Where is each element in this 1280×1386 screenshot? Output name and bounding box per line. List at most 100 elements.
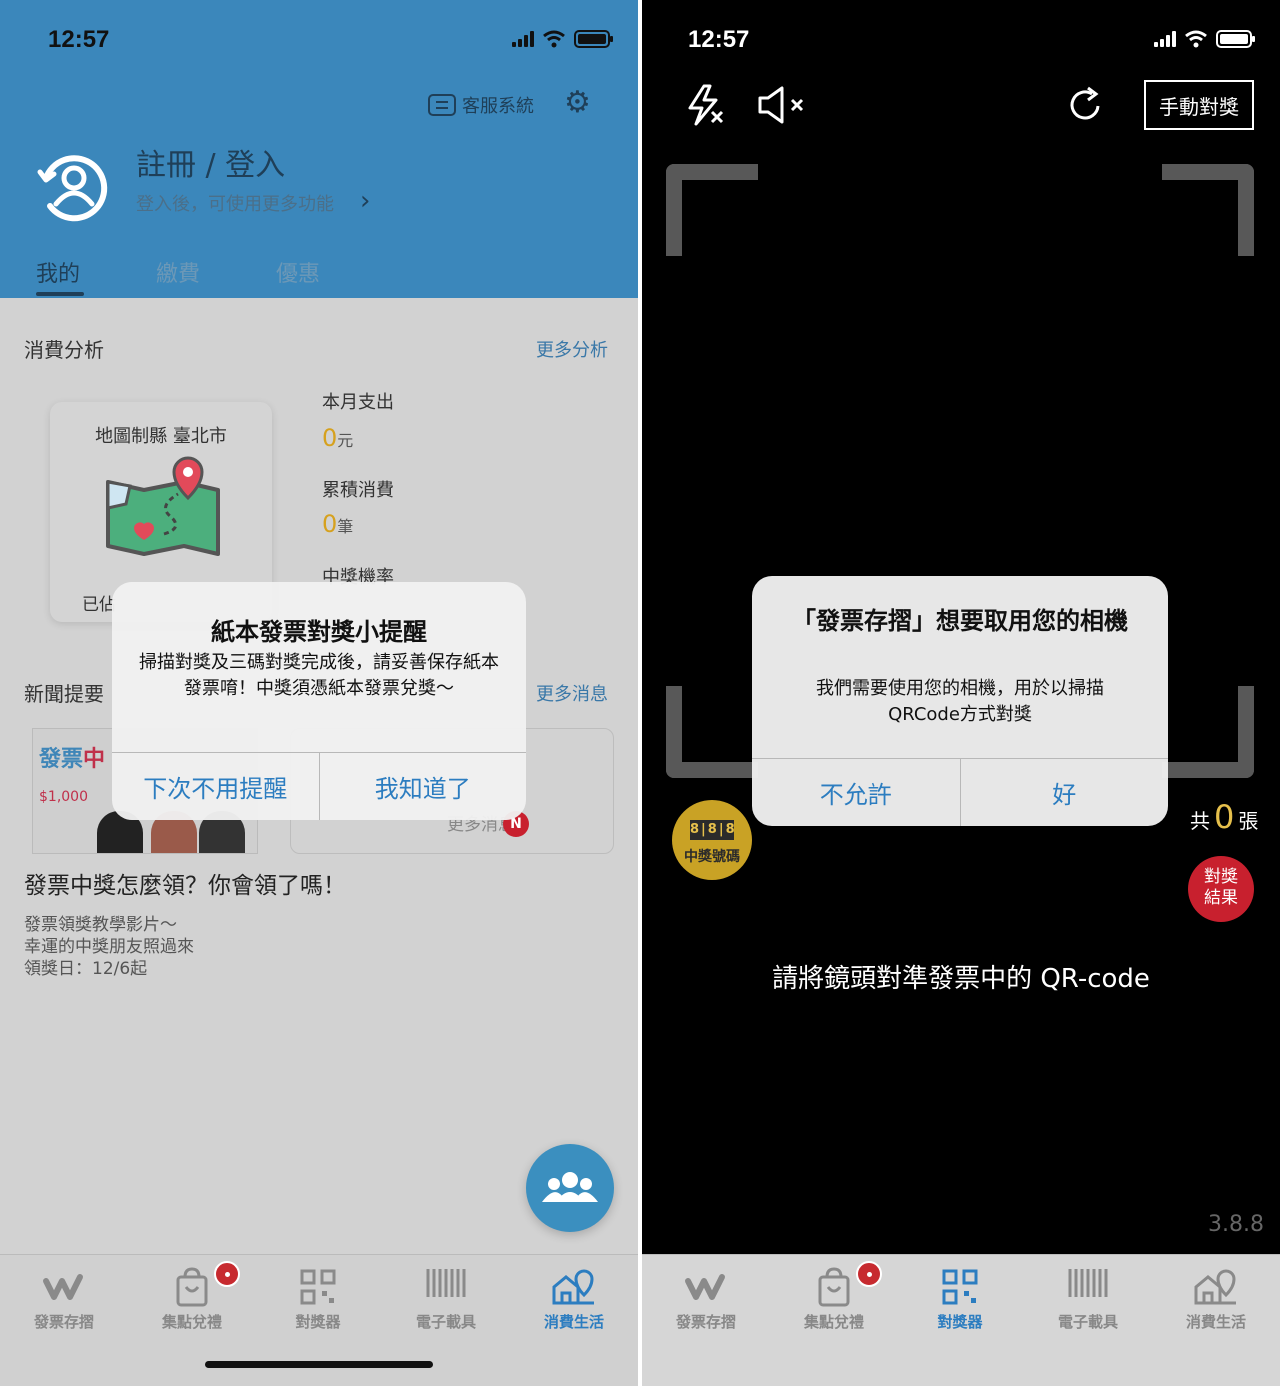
scan-hint: 請將鏡頭對準發票中的 QR-code — [772, 964, 1150, 994]
shop-location-icon — [552, 1269, 594, 1305]
check-result-button[interactable]: 對獎 結果 — [1188, 856, 1254, 922]
qr-code-icon — [300, 1269, 336, 1305]
qr-code-icon — [942, 1269, 978, 1305]
total-spend-label: 累積消費 — [322, 480, 394, 501]
tabbar-label: 集點兌禮 — [803, 1313, 864, 1331]
analysis-title: 消費分析 — [24, 338, 104, 362]
map-icon — [106, 456, 220, 556]
tab-payment[interactable]: 繳費 — [156, 256, 200, 288]
dialog-message: 掃描對獎及三碼對獎完成後，請妥善保存紙本發票唷！中獎須憑紙本發票兌獎～ — [139, 652, 499, 699]
register-title[interactable]: 註冊 / 登入 — [136, 140, 285, 184]
flash-off-icon[interactable] — [682, 82, 728, 128]
shop-location-icon — [1194, 1269, 1236, 1305]
customer-service-button[interactable]: 客服系統 — [428, 92, 534, 118]
winning-numbers-button[interactable]: 8|8|8 中獎號碼 — [672, 800, 752, 880]
scan-frame-corner — [666, 164, 758, 256]
shopping-bag-icon — [818, 1267, 850, 1307]
customer-service-icon — [428, 94, 456, 116]
tabbar-label: 消費生活 — [1185, 1313, 1246, 1331]
bottom-tab-bar: 發票存摺 集點兌禮 對獎器 電子載具 消費生活 — [642, 1254, 1280, 1386]
news-image-amount: $1,000 — [39, 789, 88, 805]
tabbar-item-life[interactable]: 消費生活 — [514, 1255, 634, 1355]
news-title: 新聞提要 — [24, 682, 104, 706]
mute-icon[interactable] — [754, 82, 806, 128]
tabbar-item-life[interactable]: 消費生活 — [1156, 1255, 1276, 1355]
deny-button[interactable]: 不允許 — [752, 759, 960, 826]
map-status: 已佔 — [82, 595, 116, 615]
battery-icon — [1216, 30, 1255, 48]
more-analysis-link[interactable]: 更多分析 — [536, 336, 608, 362]
total-spend-value: 0筆 — [322, 510, 354, 538]
result-label-line: 對獎 — [1204, 867, 1238, 887]
status-icons — [1154, 30, 1255, 48]
scan-frame-corner — [1162, 686, 1254, 778]
barcode-icon — [1068, 1269, 1108, 1297]
reminder-dialog: 紙本發票對獎小提醒 掃描對獎及三碼對獎完成後，請妥善保存紙本發票唷！中獎須憑紙本… — [112, 582, 526, 820]
map-title: 地圖制縣 臺北市 — [95, 426, 227, 447]
status-icons — [512, 30, 613, 48]
dialog-title: 紙本發票對獎小提醒 — [211, 618, 427, 646]
news-headline[interactable]: 發票中獎怎麼領？你會領了嗎！ — [24, 866, 346, 900]
tabbar-label: 集點兌禮 — [161, 1313, 222, 1331]
tabbar-label: 發票存摺 — [33, 1313, 94, 1331]
gear-icon[interactable]: ⚙ — [564, 88, 591, 118]
got-it-button[interactable]: 我知道了 — [318, 753, 527, 820]
left-screen: 12:57 客服系統 ⚙ 註冊 / 登入 登入後，可使用更多功能 › 我的 繳費… — [0, 0, 638, 1386]
tabbar-item-invoice[interactable]: 發票存摺 — [646, 1255, 766, 1355]
scan-frame-corner — [1162, 164, 1254, 256]
tabbar-item-points[interactable]: 集點兌禮 — [132, 1255, 252, 1355]
battery-icon — [574, 30, 613, 48]
tabbar-label: 消費生活 — [543, 1313, 604, 1331]
dialog-message: 我們需要使用您的相機，用於以掃描QRCode方式對獎 — [816, 678, 1104, 725]
tabbar-item-carrier[interactable]: 電子載具 — [386, 1255, 506, 1355]
scan-count: 共0張 — [1190, 798, 1259, 836]
tabbar-label: 發票存摺 — [675, 1313, 736, 1331]
tabbar-item-invoice[interactable]: 發票存摺 — [4, 1255, 124, 1355]
home-indicator[interactable] — [205, 1361, 433, 1368]
profile-header: 12:57 客服系統 ⚙ 註冊 / 登入 登入後，可使用更多功能 › 我的 繳費… — [0, 0, 638, 298]
tab-mine[interactable]: 我的 — [36, 256, 80, 288]
month-spend-label: 本月支出 — [322, 392, 394, 413]
group-button[interactable] — [526, 1144, 614, 1232]
tabbar-label: 對獎器 — [937, 1313, 983, 1331]
tabbar-label: 電子載具 — [1057, 1313, 1118, 1331]
winning-digits: 8|8|8 — [690, 820, 735, 840]
winning-numbers-label: 中獎號碼 — [684, 849, 740, 865]
tabbar-item-checker[interactable]: 對獎器 — [900, 1255, 1020, 1355]
tabbar-item-carrier[interactable]: 電子載具 — [1028, 1255, 1148, 1355]
manual-check-button[interactable]: 手動對獎 — [1144, 80, 1254, 130]
wifi-icon — [1185, 30, 1207, 48]
tabbar-label: 電子載具 — [415, 1313, 476, 1331]
camera-permission-dialog: 「發票存摺」想要取用您的相機 我們需要使用您的相機，用於以掃描QRCode方式對… — [752, 576, 1168, 826]
month-spend-value: 0元 — [322, 424, 354, 452]
dont-remind-button[interactable]: 下次不用提醒 — [112, 753, 319, 820]
register-subtitle[interactable]: 登入後，可使用更多功能 — [136, 190, 334, 216]
group-icon — [542, 1172, 598, 1202]
tabbar-item-points[interactable]: 集點兌禮 — [774, 1255, 894, 1355]
notification-dot — [214, 1261, 240, 1287]
dialog-buttons: 下次不用提醒 我知道了 — [112, 752, 526, 820]
avatar-icon[interactable] — [36, 148, 112, 224]
tab-offers[interactable]: 優惠 — [276, 256, 320, 288]
chevron-right-icon[interactable]: › — [360, 186, 370, 216]
barcode-icon — [426, 1269, 466, 1297]
tab-underline — [36, 292, 84, 296]
tabbar-item-checker[interactable]: 對獎器 — [258, 1255, 378, 1355]
right-screen: 12:57 手動對獎 8|8|8 中獎號碼 共0張 對獎 結果 「發票存摺」想要… — [642, 0, 1280, 1386]
invoice-w-icon — [43, 1274, 83, 1300]
wifi-icon — [543, 30, 565, 48]
dialog-title: 「發票存摺」想要取用您的相機 — [792, 607, 1128, 635]
customer-service-label: 客服系統 — [462, 96, 534, 117]
version-label: 3.8.8 — [1208, 1212, 1264, 1237]
status-time: 12:57 — [48, 26, 110, 53]
profile-tabs: 我的 繳費 優惠 — [0, 256, 638, 298]
news-image-title: 發票中 — [39, 747, 106, 772]
allow-button[interactable]: 好 — [959, 759, 1169, 826]
shopping-bag-icon — [176, 1267, 208, 1307]
scan-frame-corner — [666, 686, 758, 778]
signal-icon — [512, 31, 534, 47]
news-desc-line: 領獎日：12/6起 — [24, 959, 148, 979]
more-news-link[interactable]: 更多消息 — [536, 680, 608, 706]
rotate-icon[interactable] — [1066, 82, 1106, 128]
signal-icon — [1154, 31, 1176, 47]
